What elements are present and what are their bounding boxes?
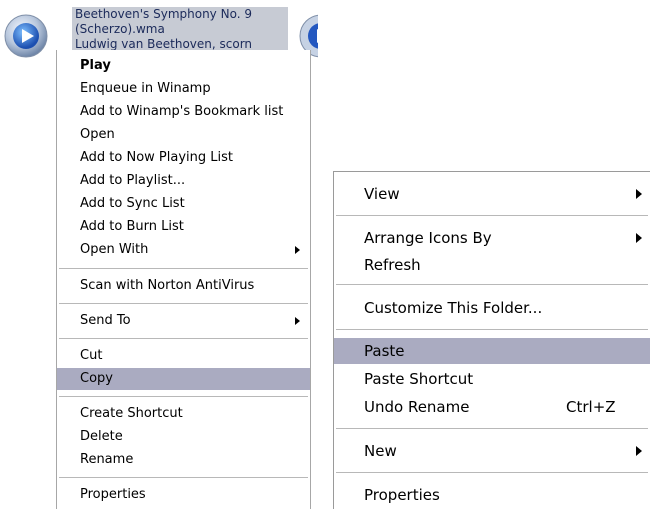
menu-item-new-label: New	[364, 442, 397, 460]
file-name-line-1: Beethoven's Symphony No. 9	[75, 7, 252, 21]
menu-item-open-with[interactable]: Open With	[57, 239, 310, 261]
menu-item-add-sync[interactable]: Add to Sync List	[57, 193, 310, 215]
menu-separator	[336, 472, 648, 473]
submenu-arrow-icon	[636, 233, 642, 243]
menu-item-new[interactable]: New	[334, 438, 650, 464]
menu-separator	[59, 338, 308, 339]
file-context-menu: Play Enqueue in Winamp Add to Winamp's B…	[56, 50, 311, 509]
menu-item-refresh[interactable]: Refresh	[334, 252, 650, 278]
menu-item-paste-shortcut[interactable]: Paste Shortcut	[334, 366, 650, 392]
menu-separator	[59, 396, 308, 397]
folder-context-menu: View Arrange Icons By Refresh Customize …	[333, 171, 650, 509]
menu-item-norton-scan[interactable]: Scan with Norton AntiVirus	[57, 275, 310, 297]
menu-item-add-now-playing[interactable]: Add to Now Playing List	[57, 147, 310, 169]
windows-media-audio-icon[interactable]	[3, 13, 49, 59]
menu-separator	[336, 329, 648, 330]
menu-item-customize-folder[interactable]: Customize This Folder...	[334, 295, 650, 321]
menu-item-undo-rename[interactable]: Undo Rename Ctrl+Z	[334, 394, 650, 420]
menu-separator	[59, 268, 308, 269]
menu-item-delete[interactable]: Delete	[57, 426, 310, 448]
submenu-arrow-icon	[636, 446, 642, 456]
submenu-arrow-icon	[636, 189, 642, 199]
submenu-arrow-icon	[295, 246, 300, 254]
menu-item-send-to-label: Send To	[80, 313, 131, 328]
shortcut-label: Ctrl+Z	[566, 398, 616, 416]
menu-item-send-to[interactable]: Send To	[57, 310, 310, 332]
menu-item-play[interactable]: Play	[57, 55, 310, 77]
file-name-label[interactable]: Beethoven's Symphony No. 9 (Scherzo).wma…	[72, 7, 288, 53]
menu-separator	[336, 284, 648, 285]
menu-separator	[59, 303, 308, 304]
menu-separator	[59, 477, 308, 478]
menu-item-create-shortcut[interactable]: Create Shortcut	[57, 403, 310, 425]
menu-item-open-with-label: Open With	[80, 242, 149, 257]
menu-item-add-burn[interactable]: Add to Burn List	[57, 216, 310, 238]
menu-separator	[336, 215, 648, 216]
menu-item-paste[interactable]: Paste	[334, 338, 650, 364]
menu-separator	[336, 428, 648, 429]
menu-item-undo-rename-label: Undo Rename	[364, 398, 470, 416]
menu-item-winamp-bookmark[interactable]: Add to Winamp's Bookmark list	[57, 101, 310, 123]
menu-item-view-label: View	[364, 185, 400, 203]
menu-item-enqueue-winamp[interactable]: Enqueue in Winamp	[57, 78, 310, 100]
menu-item-copy[interactable]: Copy	[57, 368, 310, 390]
menu-item-rename[interactable]: Rename	[57, 449, 310, 471]
menu-item-folder-properties[interactable]: Properties	[334, 482, 650, 508]
file-name-line-2: (Scherzo).wma	[75, 22, 165, 36]
menu-item-properties[interactable]: Properties	[57, 484, 310, 506]
menu-item-arrange-icons-label: Arrange Icons By	[364, 229, 492, 247]
menu-item-arrange-icons[interactable]: Arrange Icons By	[334, 225, 650, 251]
menu-item-open[interactable]: Open	[57, 124, 310, 146]
menu-item-cut[interactable]: Cut	[57, 345, 310, 367]
menu-item-add-playlist[interactable]: Add to Playlist...	[57, 170, 310, 192]
submenu-arrow-icon	[295, 317, 300, 325]
menu-item-view[interactable]: View	[334, 181, 650, 207]
